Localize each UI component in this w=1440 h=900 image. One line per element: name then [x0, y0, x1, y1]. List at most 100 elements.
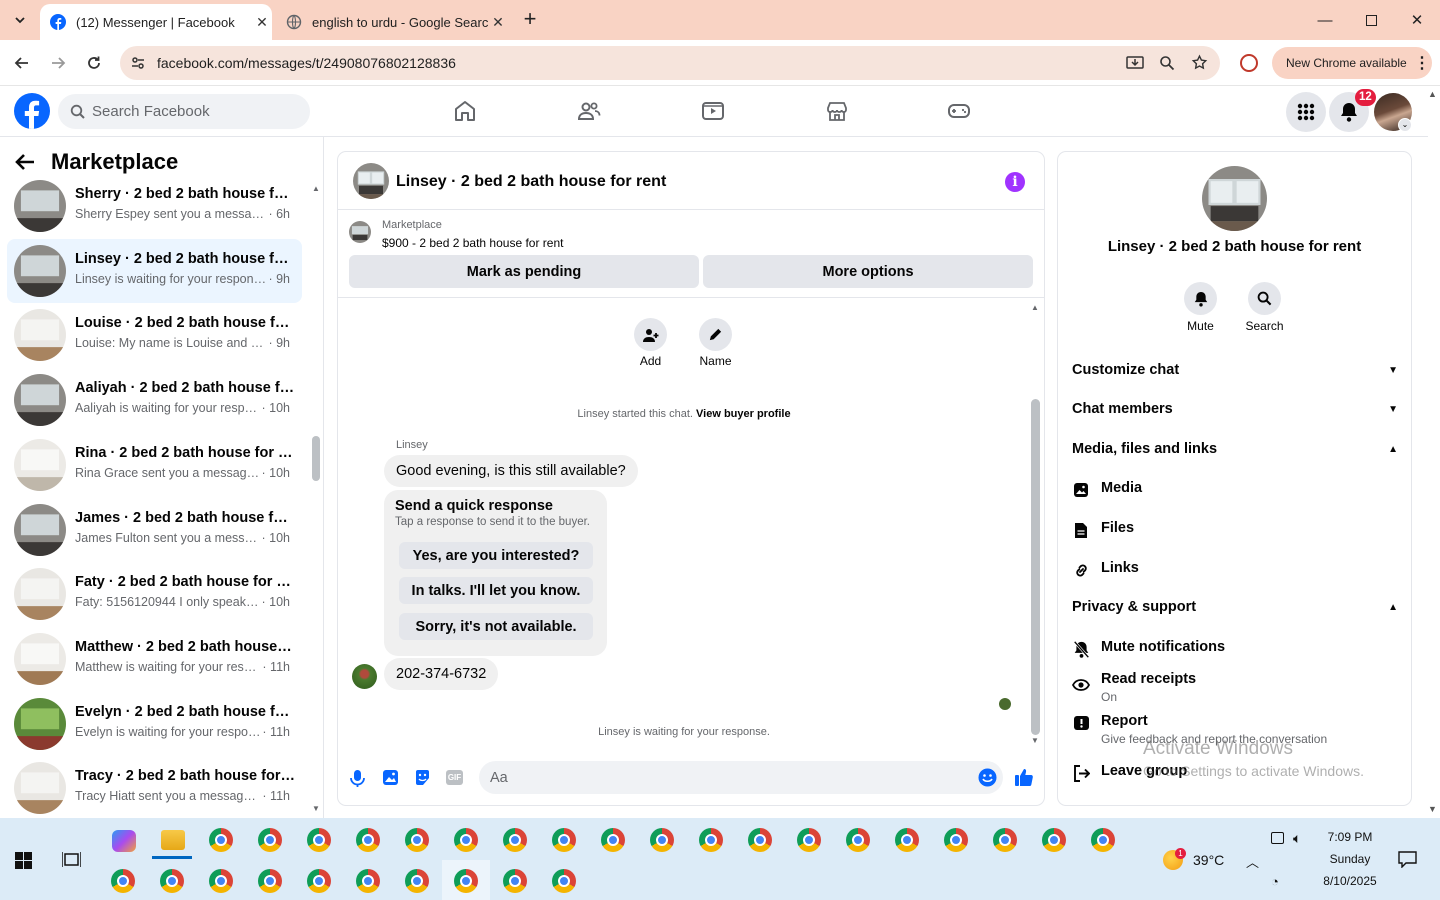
chrome-app-icon[interactable] — [356, 828, 380, 852]
chrome-app-icon[interactable] — [160, 869, 184, 893]
sticker-icon[interactable] — [414, 769, 431, 786]
video-icon[interactable] — [701, 99, 725, 123]
tab-search-button[interactable] — [8, 8, 32, 32]
chat-members-section[interactable]: Chat members ▼ — [1072, 401, 1398, 417]
notification-center-icon[interactable] — [1398, 851, 1417, 868]
conversation-row[interactable]: Linsey · 2 bed 2 bath house for rent Lins… — [7, 238, 302, 303]
maximize-button[interactable] — [1348, 0, 1394, 40]
back-button[interactable] — [7, 48, 37, 78]
mute-notifications-item[interactable]: Mute notifications — [1072, 639, 1225, 658]
mark-as-pending-button[interactable]: Mark as pending — [349, 255, 699, 288]
clock-time[interactable]: 7:09 PM — [1300, 830, 1400, 844]
details-avatar[interactable] — [1202, 166, 1267, 231]
chrome-app-icon[interactable] — [307, 869, 331, 893]
chrome-app-icon[interactable] — [601, 828, 625, 852]
sidebar-scrollbar-thumb[interactable] — [312, 436, 320, 481]
quick-reply-not-available[interactable]: Sorry, it's not available. — [399, 613, 593, 640]
chrome-app-icon[interactable] — [405, 828, 429, 852]
copilot-icon[interactable] — [112, 830, 136, 852]
media-item[interactable]: Media — [1072, 480, 1142, 499]
tab-close-icon[interactable]: ✕ — [252, 14, 272, 31]
chrome-app-icon[interactable] — [111, 869, 135, 893]
gaming-icon[interactable] — [947, 99, 971, 123]
quick-reply-in-talks[interactable]: In talks. I'll let you know. — [399, 577, 593, 604]
add-member-button[interactable] — [634, 318, 667, 351]
chrome-app-icon[interactable] — [748, 828, 772, 852]
conversation-row[interactable]: Evelyn · 2 bed 2 bath house for rent Evel… — [7, 692, 302, 756]
meet-now-icon[interactable] — [1271, 832, 1284, 844]
sidebar-scroll-down-icon[interactable]: ▼ — [312, 804, 320, 813]
chrome-app-icon[interactable] — [307, 828, 331, 852]
chat-scrollbar-thumb[interactable] — [1031, 399, 1040, 735]
chrome-app-icon[interactable] — [699, 828, 723, 852]
view-buyer-profile-link[interactable]: View buyer profile — [696, 408, 791, 420]
sidebar-scroll-up-icon[interactable]: ▲ — [312, 184, 320, 193]
thumbs-up-icon[interactable] — [1014, 767, 1034, 787]
gif-icon[interactable]: GIF — [446, 770, 463, 785]
microphone-icon[interactable] — [349, 769, 366, 788]
name-chat-button[interactable] — [699, 318, 732, 351]
chrome-app-icon[interactable] — [454, 869, 478, 893]
facebook-logo[interactable] — [14, 93, 50, 129]
chrome-app-icon[interactable] — [258, 828, 282, 852]
task-view-icon[interactable] — [62, 851, 81, 868]
temperature-text[interactable]: 39°C — [1193, 852, 1224, 868]
conversation-row[interactable]: Tracy · 2 bed 2 bath house for rent Tracy… — [7, 756, 302, 820]
photo-icon[interactable] — [382, 769, 399, 786]
links-item[interactable]: Links — [1072, 560, 1139, 579]
chrome-app-icon[interactable] — [405, 869, 429, 893]
new-chrome-available-button[interactable]: New Chrome available ⋮ — [1272, 47, 1432, 79]
chat-scroll-down-icon[interactable]: ▼ — [1031, 736, 1039, 745]
chrome-app-icon[interactable] — [258, 869, 282, 893]
tab-google-search[interactable]: english to urdu - Google Search ✕ — [276, 4, 508, 40]
install-app-icon[interactable] — [1126, 55, 1144, 71]
wifi-icon[interactable]: ◔ — [1271, 874, 1279, 889]
chrome-app-icon[interactable] — [552, 869, 576, 893]
tab-close-icon[interactable]: ✕ — [488, 14, 508, 31]
chrome-app-icon[interactable] — [454, 828, 478, 852]
bookmark-star-icon[interactable] — [1191, 54, 1208, 71]
conversation-row[interactable]: Sherry · 2 bed 2 bath house for rent Sher… — [7, 174, 302, 238]
chat-title[interactable]: Linsey · 2 bed 2 bath house for rent — [396, 173, 666, 191]
conversation-row[interactable]: Matthew · 2 bed 2 bath house for rent Mat… — [7, 627, 302, 691]
chat-avatar[interactable] — [353, 163, 389, 199]
profile-icon[interactable] — [1240, 54, 1258, 72]
file-explorer-icon[interactable] — [161, 830, 185, 850]
customize-chat-section[interactable]: Customize chat ▼ — [1072, 362, 1398, 378]
chat-scroll-up-icon[interactable]: ▲ — [1031, 303, 1039, 312]
conversation-row[interactable]: Louise · 2 bed 2 bath house for rent Loui… — [7, 303, 302, 367]
conversation-row[interactable]: Aaliyah · 2 bed 2 bath house for rent Aal… — [7, 368, 302, 432]
message-input[interactable]: Aa — [479, 761, 1003, 794]
conversation-row[interactable]: Rina · 2 bed 2 bath house for rent Rina G… — [7, 433, 302, 497]
address-bar[interactable]: facebook.com/messages/t/2490807680212883… — [120, 46, 1220, 80]
tab-messenger[interactable]: (12) Messenger | Facebook ✕ — [40, 4, 272, 40]
reload-button[interactable] — [79, 48, 109, 78]
menu-grid-button[interactable] — [1286, 92, 1326, 132]
chrome-app-icon[interactable] — [503, 828, 527, 852]
chrome-app-icon[interactable] — [1091, 828, 1115, 852]
clock-day[interactable]: Sunday — [1300, 852, 1400, 866]
chrome-app-icon[interactable] — [797, 828, 821, 852]
chrome-app-icon[interactable] — [846, 828, 870, 852]
friends-icon[interactable] — [577, 99, 601, 123]
home-icon[interactable] — [453, 99, 477, 123]
listing-thumbnail[interactable] — [349, 221, 371, 243]
site-info-icon[interactable] — [130, 55, 146, 71]
chrome-app-icon[interactable] — [503, 869, 527, 893]
sender-avatar[interactable] — [352, 664, 377, 689]
chrome-app-icon[interactable] — [209, 828, 233, 852]
search-in-conversation-button[interactable] — [1248, 282, 1281, 315]
clock-date[interactable]: 8/10/2025 — [1300, 874, 1400, 888]
close-window-button[interactable]: ✕ — [1394, 0, 1440, 40]
chrome-app-icon[interactable] — [895, 828, 919, 852]
chrome-app-icon[interactable] — [552, 828, 576, 852]
chrome-app-icon[interactable] — [356, 869, 380, 893]
conversation-row[interactable]: Faty · 2 bed 2 bath house for rent Faty: … — [7, 562, 302, 626]
kebab-menu-icon[interactable]: ⋮ — [1414, 53, 1430, 73]
back-arrow-icon[interactable] — [14, 151, 36, 173]
windows-start-icon[interactable] — [15, 852, 32, 869]
message-bubble[interactable]: 202-374-6732 — [384, 658, 499, 690]
chrome-app-icon[interactable] — [944, 828, 968, 852]
media-files-links-section[interactable]: Media, files and links ▲ — [1072, 441, 1398, 457]
listing-title[interactable]: $900 - 2 bed 2 bath house for rent — [382, 236, 563, 250]
